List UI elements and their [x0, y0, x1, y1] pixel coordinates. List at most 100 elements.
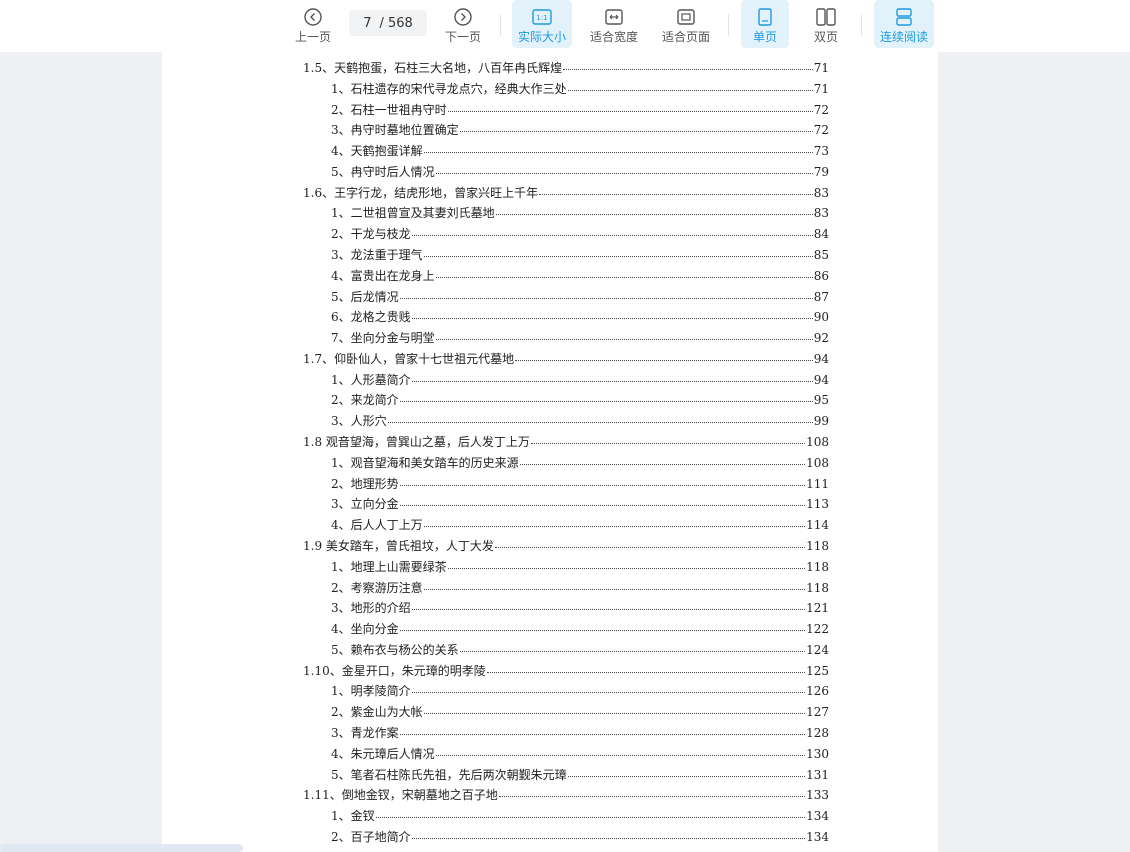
single-page-button[interactable]: 单页	[741, 0, 789, 48]
toc-page-number: 131	[806, 767, 829, 782]
toc-subsection-entry[interactable]: 3、立向分金 113	[331, 495, 829, 515]
toc-section-entry[interactable]: 1.11、倒地金钗，宋朝墓地之百子地 133	[303, 786, 829, 806]
toc-section-entry[interactable]: 1.5、天鹤抱蛋，石柱三大名地，八百年冉氏辉煌 71	[303, 59, 829, 79]
continuous-reading-label: 连续阅读	[879, 30, 928, 44]
toc-leader-dots	[539, 193, 813, 195]
toc-subsection-entry[interactable]: 2、地理形势 111	[331, 475, 829, 495]
toc-subsection-entry[interactable]: 5、笔者石柱陈氏先祖，先后两次朝觐朱元璋 131	[331, 766, 829, 786]
toc-subsection-entry[interactable]: 2、干龙与枝龙 84	[331, 225, 829, 245]
horizontal-scrollbar[interactable]	[0, 844, 243, 852]
toc-title: 3、冉守时墓地位置确定	[331, 123, 459, 138]
toolbar-divider	[861, 14, 862, 36]
toc-leader-dots	[423, 152, 813, 154]
toc-title: 1、二世祖曾宣及其妻刘氏墓地	[331, 206, 495, 221]
toc-subsection-entry[interactable]: 2、石柱一世祖冉守时 72	[331, 101, 829, 121]
toc-page-number: 95	[813, 393, 829, 408]
fit-width-button[interactable]: 适合宽度	[585, 0, 643, 48]
toc-page-number: 73	[813, 144, 829, 159]
toc-title: 2、紫金山为大帐	[331, 705, 423, 720]
toc-subsection-entry[interactable]: 2、考察游历注意 118	[331, 579, 829, 599]
continuous-reading-button[interactable]: 连续阅读	[874, 0, 934, 48]
actual-size-icon: 1:1	[532, 7, 552, 27]
toc-subsection-entry[interactable]: 1、石柱遗存的宋代寻龙点穴，经典大作三处 71	[331, 80, 829, 100]
toc-subsection-entry[interactable]: 3、冉守时墓地位置确定 72	[331, 121, 829, 141]
toc-page-number: 71	[813, 61, 829, 75]
fit-width-label: 适合宽度	[589, 30, 638, 44]
toc-subsection-entry[interactable]: 4、后人人丁上万 114	[331, 516, 829, 536]
toc-subsection-entry[interactable]: 3、人形穴 99	[331, 412, 829, 432]
toc-title: 1、金钗	[331, 809, 375, 824]
toc-section-entry[interactable]: 1.8 观音望海，曾巽山之墓，后人发丁上万 108	[303, 433, 829, 453]
toc-subsection-entry[interactable]: 1、二世祖曾宣及其妻刘氏墓地 83	[331, 204, 829, 224]
toc-page-number: 126	[806, 684, 829, 699]
toc-title: 1.5、天鹤抱蛋，石柱三大名地，八百年冉氏辉煌	[303, 61, 563, 75]
toc-subsection-entry[interactable]: 4、朱元璋后人情况 130	[331, 745, 829, 765]
toc-subsection-entry[interactable]: 1、人形墓简介 94	[331, 371, 829, 391]
next-page-label: 下一页	[444, 30, 481, 44]
toc-page-number: 114	[806, 518, 829, 533]
actual-size-button[interactable]: 1:1 实际大小	[512, 0, 572, 48]
toc-section-entry[interactable]: 1.9 美女踏车，曾氏祖坟，人丁大发 118	[303, 537, 829, 557]
toc-leader-dots	[423, 713, 806, 715]
toc-page-number: 94	[813, 372, 829, 387]
toc-title: 4、天鹤抱蛋详解	[331, 144, 423, 159]
toc-subsection-entry[interactable]: 5、后龙情况 87	[331, 288, 829, 308]
toc-title: 1.6、王字行龙，结虎形地，曾家兴旺上千年	[303, 185, 539, 200]
toolbar-divider	[500, 14, 501, 36]
toc-page-number: 71	[813, 81, 829, 96]
toc-subsection-entry[interactable]: 2、百子地简介 134	[331, 828, 829, 848]
toc-subsection-entry[interactable]: 2、来龙简介 95	[331, 391, 829, 411]
toc-subsection-entry[interactable]: 4、富贵出在龙身上 86	[331, 267, 829, 287]
toc-section-entry[interactable]: 1.10、金星开口，朱元璋的明孝陵 125	[303, 662, 829, 682]
current-page-input[interactable]: 7	[363, 16, 371, 31]
toc-page-number: 83	[813, 185, 829, 200]
toc-title: 6、龙格之贵贱	[331, 310, 411, 325]
toc-title: 1.9 美女踏车，曾氏祖坟，人丁大发	[303, 538, 494, 553]
toc-subsection-entry[interactable]: 4、天鹤抱蛋详解 73	[331, 142, 829, 162]
toc-page-number: 121	[806, 601, 829, 616]
toc-subsection-entry[interactable]: 3、地形的介绍 121	[331, 599, 829, 619]
toc-title: 4、坐向分金	[331, 622, 399, 637]
toc-title: 1.11、倒地金钗，宋朝墓地之百子地	[303, 788, 498, 803]
double-page-icon	[816, 7, 836, 27]
svg-text:1:1: 1:1	[536, 14, 547, 22]
toc-subsection-entry[interactable]: 7、坐向分金与明堂 92	[331, 329, 829, 349]
toc-subsection-entry[interactable]: 1、明孝陵简介 126	[331, 682, 829, 702]
toc-section-entry[interactable]: 1.6、王字行龙，结虎形地，曾家兴旺上千年 83	[303, 184, 829, 204]
total-pages: / 568	[379, 15, 413, 31]
next-page-button[interactable]: 下一页	[440, 0, 486, 48]
toc-leader-dots	[411, 609, 806, 611]
toc-subsection-entry[interactable]: 6、龙格之贵贱 90	[331, 308, 829, 328]
toc-leader-dots	[399, 297, 813, 299]
double-page-button[interactable]: 双页	[802, 0, 850, 48]
toc-title: 3、青龙作案	[331, 725, 399, 740]
toc-section-entry[interactable]: 1.7、仰卧仙人，曾家十七世祖元代墓地 94	[303, 350, 829, 370]
toc-page-number: 118	[806, 559, 829, 574]
toc-page-number: 125	[806, 663, 829, 678]
continuous-reading-icon	[895, 7, 913, 27]
fit-page-button[interactable]: 适合页面	[657, 0, 715, 48]
toc-title: 1、观音望海和美女踏车的历史来源	[331, 455, 519, 470]
toc-page-number: 128	[806, 725, 829, 740]
toc-page-number: 87	[813, 289, 829, 304]
toc-subsection-entry[interactable]: 1、金钗 134	[331, 807, 829, 827]
toc-title: 3、龙法重于理气	[331, 248, 423, 263]
toc-subsection-entry[interactable]: 3、龙法重于理气 85	[331, 246, 829, 266]
toc-page-number: 127	[806, 705, 829, 720]
toc-page-number: 83	[813, 206, 829, 221]
toc-subsection-entry[interactable]: 3、青龙作案 128	[331, 724, 829, 744]
toc-subsection-entry[interactable]: 1、观音望海和美女踏车的历史来源 108	[331, 454, 829, 474]
toc-page-number: 90	[813, 310, 829, 325]
toc-subsection-entry[interactable]: 1、地理上山需要绿茶 118	[331, 558, 829, 578]
toc-leader-dots	[399, 630, 806, 632]
toc-subsection-entry[interactable]: 5、冉守时后人情况 79	[331, 163, 829, 183]
toc-title: 2、干龙与枝龙	[331, 227, 411, 242]
prev-page-button[interactable]: 上一页	[290, 0, 336, 48]
toc-subsection-entry[interactable]: 4、坐向分金 122	[331, 620, 829, 640]
toc-title: 5、后龙情况	[331, 289, 399, 304]
toc-subsection-entry[interactable]: 2、紫金山为大帐 127	[331, 703, 829, 723]
toc-title: 1、石柱遗存的宋代寻龙点穴，经典大作三处	[331, 81, 567, 96]
toc-subsection-entry[interactable]: 5、赖布衣与杨公的关系 124	[331, 641, 829, 661]
toc-leader-dots	[495, 214, 813, 216]
page-indicator[interactable]: 7 / 568	[349, 10, 427, 36]
